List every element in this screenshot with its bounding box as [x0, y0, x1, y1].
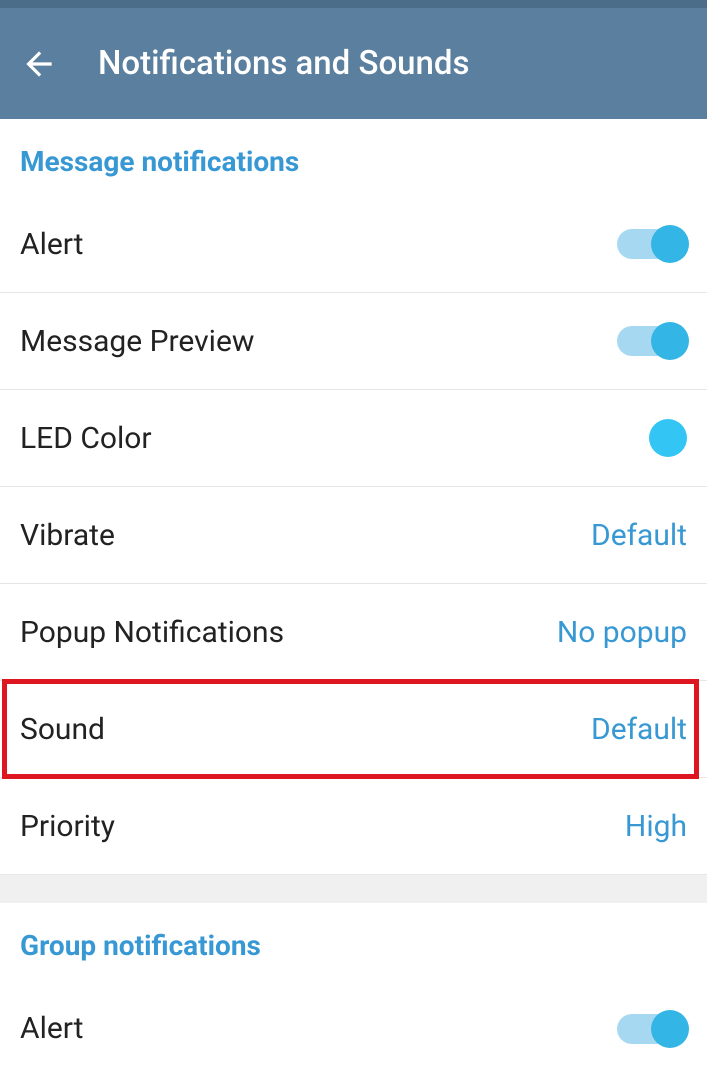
- section-spacer: [0, 875, 707, 903]
- row-priority[interactable]: Priority High: [0, 778, 707, 875]
- toggle-alert[interactable]: [617, 229, 687, 259]
- row-value: Default: [591, 518, 687, 553]
- row-label: Sound: [20, 712, 105, 747]
- row-label: Popup Notifications: [20, 615, 284, 650]
- row-label: Priority: [20, 809, 115, 844]
- row-label: Message Preview: [20, 324, 254, 359]
- section-header-message: Message notifications: [0, 119, 707, 196]
- row-sound[interactable]: Sound Default: [0, 681, 707, 778]
- row-alert[interactable]: Alert: [0, 196, 707, 293]
- row-led-color[interactable]: LED Color: [0, 390, 707, 487]
- row-value: Default: [591, 712, 687, 747]
- row-label: Alert: [20, 227, 84, 262]
- row-label: Alert: [20, 1011, 84, 1046]
- row-vibrate[interactable]: Vibrate Default: [0, 487, 707, 584]
- section-header-group: Group notifications: [0, 903, 707, 980]
- back-button[interactable]: [20, 45, 58, 83]
- toggle-preview[interactable]: [617, 326, 687, 356]
- row-popup-notifications[interactable]: Popup Notifications No popup: [0, 584, 707, 681]
- row-message-preview[interactable]: Message Preview: [0, 293, 707, 390]
- page-title: Notifications and Sounds: [98, 44, 469, 83]
- row-value: High: [625, 809, 687, 844]
- arrow-left-icon: [20, 45, 58, 83]
- row-label: Vibrate: [20, 518, 115, 553]
- header: Notifications and Sounds: [0, 0, 707, 119]
- toggle-group-alert[interactable]: [617, 1014, 687, 1044]
- row-group-alert[interactable]: Alert: [0, 980, 707, 1077]
- led-indicator-icon: [649, 419, 687, 457]
- row-label: LED Color: [20, 421, 152, 456]
- row-value: No popup: [557, 615, 687, 650]
